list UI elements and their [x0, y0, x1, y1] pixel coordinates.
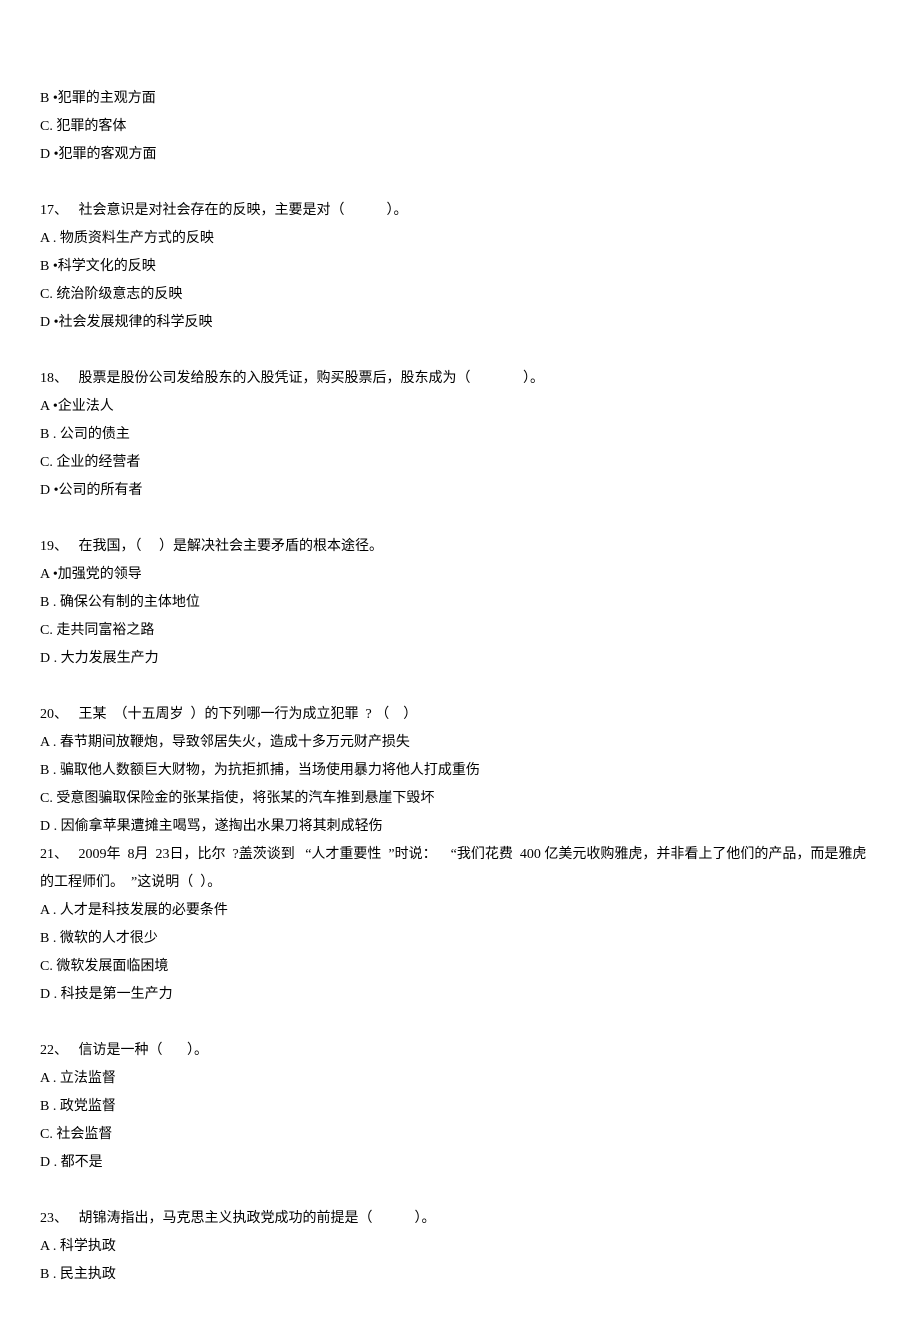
question-20: 20、 王某 （十五周岁 ）的下列哪一行为成立犯罪 ? （ ） A . 春节期间…	[40, 701, 880, 841]
q20-option-c: C. 受意图骗取保险金的张某指使，将张某的汽车推到悬崖下毁坏	[40, 785, 880, 813]
question-17: 17、 社会意识是对社会存在的反映，主要是对（ ）。 A . 物质资料生产方式的…	[40, 197, 880, 337]
q22-option-a: A . 立法监督	[40, 1065, 880, 1093]
q23-option-b: B . 民主执政	[40, 1261, 880, 1289]
q21-option-d: D . 科技是第一生产力	[40, 981, 880, 1009]
q21-stem: 21、 2009年 8月 23日，比尔 ?盖茨谈到 “人才重要性 ”时说： “我…	[40, 841, 880, 897]
q22-option-c: C. 社会监督	[40, 1121, 880, 1149]
q22-option-b: B . 政党监督	[40, 1093, 880, 1121]
q20-option-d: D . 因偷拿苹果遭摊主喝骂，遂掏出水果刀将其刺成轻伤	[40, 813, 880, 841]
q17-option-c: C. 统治阶级意志的反映	[40, 281, 880, 309]
q22-stem: 22、 信访是一种（ ）。	[40, 1037, 880, 1065]
question-16-partial: B •犯罪的主观方面 C. 犯罪的客体 D •犯罪的客观方面	[40, 85, 880, 169]
q18-stem: 18、 股票是股份公司发给股东的入股凭证，购买股票后，股东成为（ ）。	[40, 365, 880, 393]
q19-stem: 19、 在我国，（ ）是解决社会主要矛盾的根本途径。	[40, 533, 880, 561]
q22-option-d: D . 都不是	[40, 1149, 880, 1177]
q16-option-b: B •犯罪的主观方面	[40, 85, 880, 113]
q20-option-a: A . 春节期间放鞭炮，导致邻居失火，造成十多万元财产损失	[40, 729, 880, 757]
q17-stem: 17、 社会意识是对社会存在的反映，主要是对（ ）。	[40, 197, 880, 225]
spacer	[40, 1009, 880, 1037]
q20-stem: 20、 王某 （十五周岁 ）的下列哪一行为成立犯罪 ? （ ）	[40, 701, 880, 729]
question-18: 18、 股票是股份公司发给股东的入股凭证，购买股票后，股东成为（ ）。 A •企…	[40, 365, 880, 505]
q17-option-b: B •科学文化的反映	[40, 253, 880, 281]
q17-option-a: A . 物质资料生产方式的反映	[40, 225, 880, 253]
spacer	[40, 1177, 880, 1205]
q21-option-b: B . 微软的人才很少	[40, 925, 880, 953]
q18-option-a: A •企业法人	[40, 393, 880, 421]
q20-option-b: B . 骗取他人数额巨大财物，为抗拒抓捕，当场使用暴力将他人打成重伤	[40, 757, 880, 785]
q21-option-a: A . 人才是科技发展的必要条件	[40, 897, 880, 925]
q18-option-d: D •公司的所有者	[40, 477, 880, 505]
q19-option-b: B . 确保公有制的主体地位	[40, 589, 880, 617]
spacer	[40, 505, 880, 533]
q17-option-d: D •社会发展规律的科学反映	[40, 309, 880, 337]
spacer	[40, 337, 880, 365]
spacer	[40, 673, 880, 701]
q19-option-d: D . 大力发展生产力	[40, 645, 880, 673]
question-19: 19、 在我国，（ ）是解决社会主要矛盾的根本途径。 A •加强党的领导 B .…	[40, 533, 880, 673]
question-23: 23、 胡锦涛指出，马克思主义执政党成功的前提是（ ）。 A . 科学执政 B …	[40, 1205, 880, 1289]
spacer	[40, 169, 880, 197]
q19-option-a: A •加强党的领导	[40, 561, 880, 589]
q18-option-c: C. 企业的经营者	[40, 449, 880, 477]
q23-option-a: A . 科学执政	[40, 1233, 880, 1261]
question-21: 21、 2009年 8月 23日，比尔 ?盖茨谈到 “人才重要性 ”时说： “我…	[40, 841, 880, 1009]
q19-option-c: C. 走共同富裕之路	[40, 617, 880, 645]
q16-option-d: D •犯罪的客观方面	[40, 141, 880, 169]
q21-option-c: C. 微软发展面临困境	[40, 953, 880, 981]
q23-stem: 23、 胡锦涛指出，马克思主义执政党成功的前提是（ ）。	[40, 1205, 880, 1233]
q16-option-c: C. 犯罪的客体	[40, 113, 880, 141]
q18-option-b: B . 公司的债主	[40, 421, 880, 449]
question-22: 22、 信访是一种（ ）。 A . 立法监督 B . 政党监督 C. 社会监督 …	[40, 1037, 880, 1177]
